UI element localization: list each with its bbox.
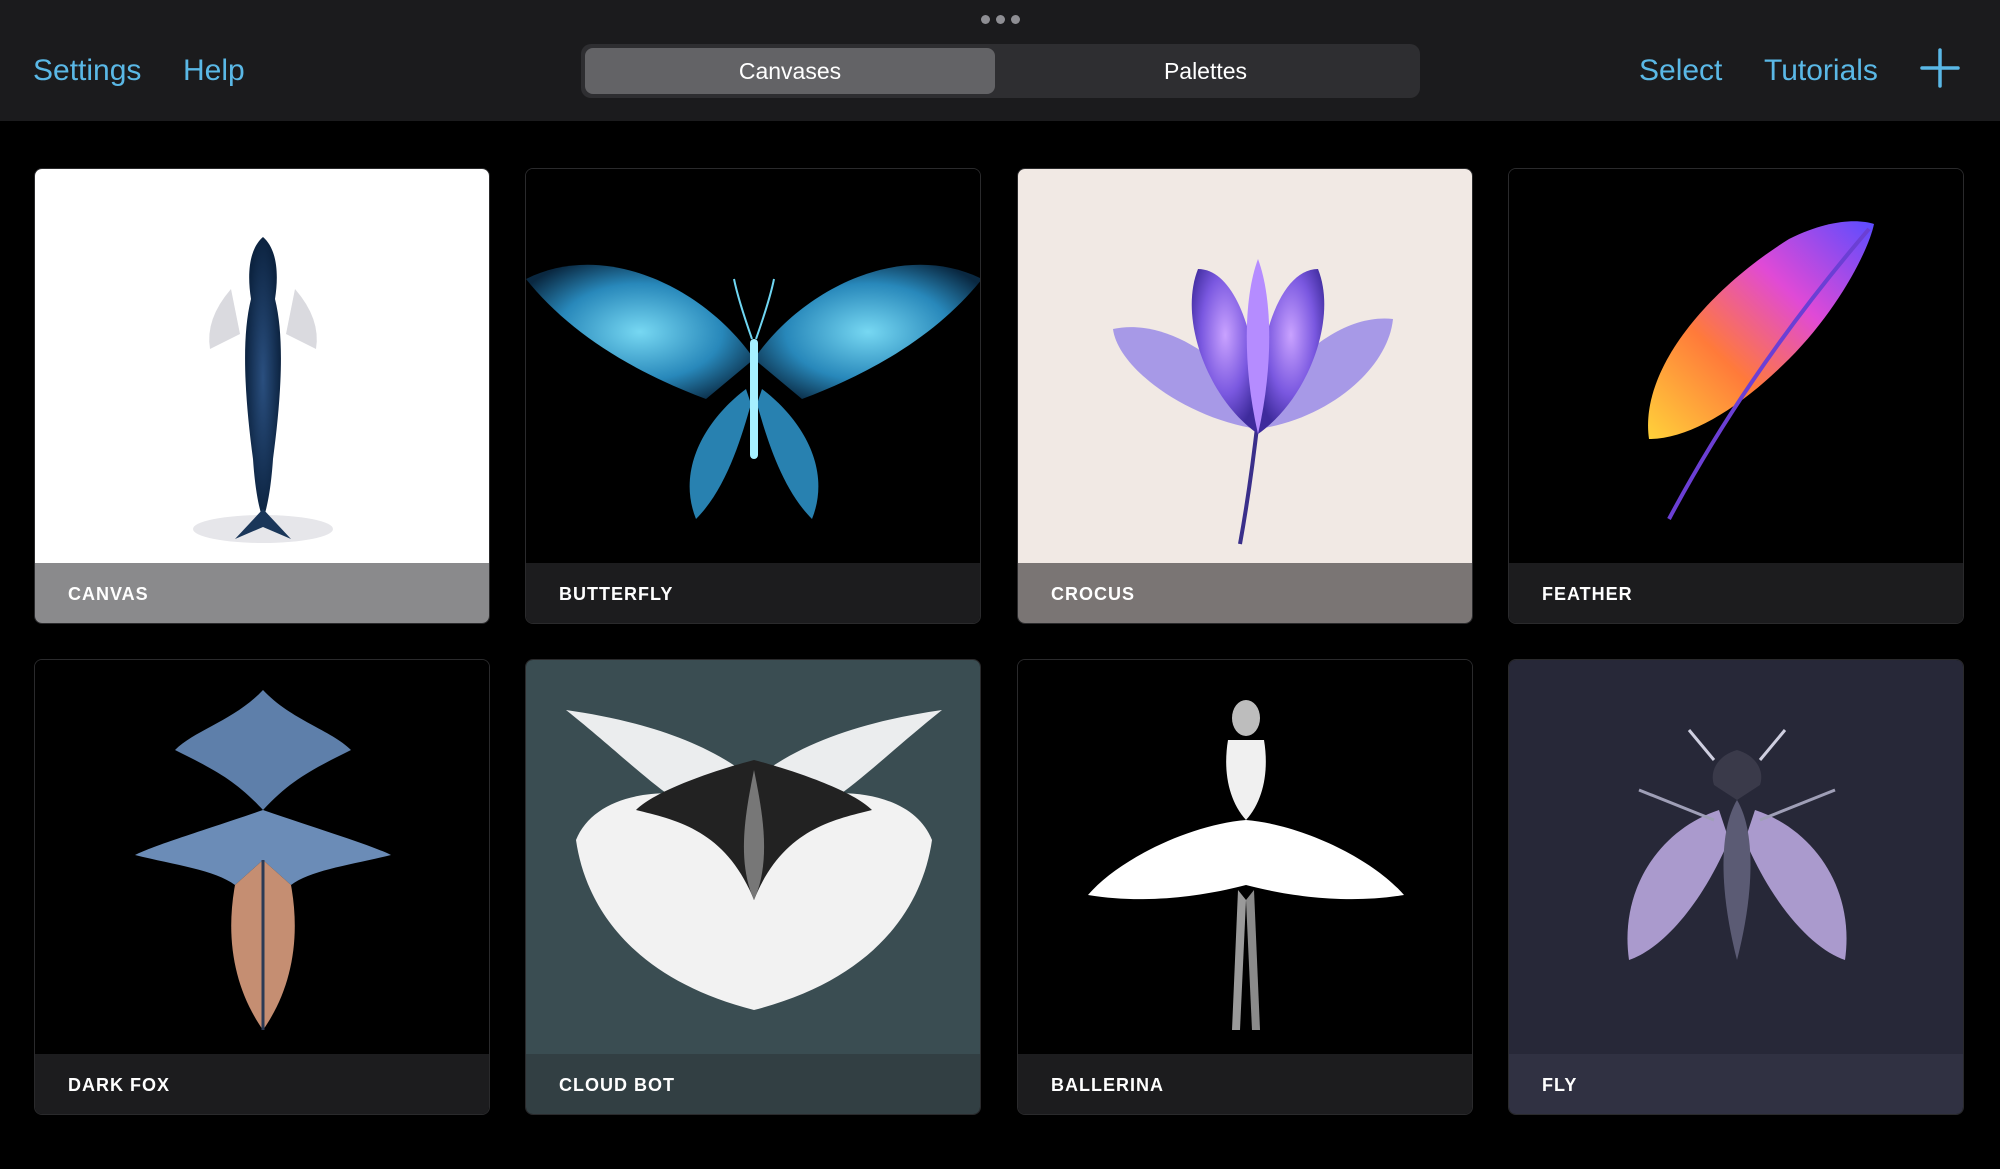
card-title: CANVAS bbox=[68, 583, 149, 604]
gallery-card-cloud-bot[interactable]: CLOUD BOT bbox=[525, 659, 981, 1115]
card-title: BALLERINA bbox=[1051, 1074, 1164, 1095]
cloud-bot-thumbnail bbox=[526, 660, 980, 1054]
plus-icon[interactable] bbox=[1918, 46, 1962, 90]
view-segmented-control: Canvases Palettes bbox=[581, 44, 1420, 98]
card-label-bar: CANVAS bbox=[35, 563, 489, 623]
butterfly-thumbnail bbox=[526, 169, 980, 563]
help-link[interactable]: Help bbox=[183, 48, 245, 94]
card-title: FEATHER bbox=[1542, 583, 1633, 604]
fly-thumbnail bbox=[1509, 660, 1963, 1054]
card-label-bar: BUTTERFLY bbox=[526, 563, 980, 623]
card-title: DARK FOX bbox=[68, 1074, 170, 1095]
tab-canvases[interactable]: Canvases bbox=[585, 48, 995, 94]
card-label-bar: FLY bbox=[1509, 1054, 1963, 1114]
crocus-thumbnail bbox=[1018, 169, 1472, 563]
gallery-card-fly[interactable]: FLY bbox=[1508, 659, 1964, 1115]
select-link[interactable]: Select bbox=[1639, 48, 1722, 94]
more-icon[interactable] bbox=[981, 15, 1021, 25]
top-bar: Settings Help Canvases Palettes Select T… bbox=[0, 0, 2000, 121]
card-title: FLY bbox=[1542, 1074, 1578, 1095]
settings-link[interactable]: Settings bbox=[33, 48, 141, 94]
feather-thumbnail bbox=[1509, 169, 1963, 563]
card-title: CLOUD BOT bbox=[559, 1074, 675, 1095]
card-label-bar: DARK FOX bbox=[35, 1054, 489, 1114]
dark-fox-thumbnail bbox=[35, 660, 489, 1054]
gallery-card-crocus[interactable]: CROCUS bbox=[1017, 168, 1473, 624]
ballerina-thumbnail bbox=[1018, 660, 1472, 1054]
gallery-card-feather[interactable]: FEATHER bbox=[1508, 168, 1964, 624]
whale-thumbnail bbox=[35, 169, 489, 563]
gallery-card-canvas[interactable]: CANVAS bbox=[34, 168, 490, 624]
card-label-bar: BALLERINA bbox=[1018, 1054, 1472, 1114]
gallery-card-butterfly[interactable]: BUTTERFLY bbox=[525, 168, 981, 624]
card-title: BUTTERFLY bbox=[559, 583, 674, 604]
tutorials-link[interactable]: Tutorials bbox=[1764, 48, 1878, 94]
gallery-card-ballerina[interactable]: BALLERINA bbox=[1017, 659, 1473, 1115]
card-label-bar: CLOUD BOT bbox=[526, 1054, 980, 1114]
gallery-card-dark-fox[interactable]: DARK FOX bbox=[34, 659, 490, 1115]
card-label-bar: FEATHER bbox=[1509, 563, 1963, 623]
tab-palettes[interactable]: Palettes bbox=[995, 48, 1416, 94]
card-title: CROCUS bbox=[1051, 583, 1136, 604]
card-label-bar: CROCUS bbox=[1018, 563, 1472, 623]
